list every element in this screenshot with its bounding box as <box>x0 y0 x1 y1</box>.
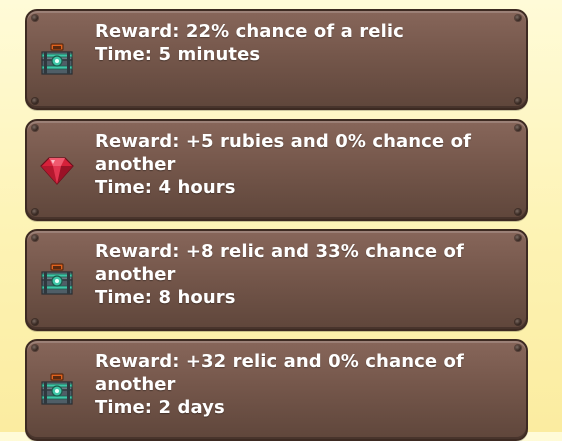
rivet-icon <box>515 125 521 131</box>
reward-label: Reward: +32 relic and 0% chance of anoth… <box>95 351 464 395</box>
reward-card[interactable]: Reward: +32 relic and 0% chance of anoth… <box>25 339 528 441</box>
rivet-icon <box>515 345 521 351</box>
time-label: Time: 4 hours <box>95 177 236 198</box>
time-label: Time: 2 days <box>95 397 225 418</box>
treasure-chest-icon <box>39 42 75 78</box>
rivet-icon <box>32 319 38 325</box>
reward-text: Reward: +32 relic and 0% chance of anoth… <box>95 350 505 419</box>
rivet-icon <box>32 15 38 21</box>
reward-list: Reward: 22% chance of a relic Time: 5 mi… <box>0 0 562 441</box>
rivet-icon <box>515 319 521 325</box>
rivet-icon <box>32 98 38 104</box>
rivet-icon <box>515 15 521 21</box>
reward-text: Reward: 22% chance of a relic Time: 5 mi… <box>95 20 505 66</box>
reward-card[interactable]: Reward: +5 rubies and 0% chance of anoth… <box>25 119 528 221</box>
reward-text: Reward: +8 relic and 33% chance of anoth… <box>95 240 505 309</box>
rivet-icon <box>515 98 521 104</box>
rivet-icon <box>32 235 38 241</box>
rivet-icon <box>32 345 38 351</box>
time-label: Time: 5 minutes <box>95 44 261 65</box>
treasure-chest-icon <box>39 372 75 408</box>
treasure-chest-icon <box>39 262 75 298</box>
reward-label: Reward: +8 relic and 33% chance of anoth… <box>95 241 464 285</box>
time-label: Time: 8 hours <box>95 287 236 308</box>
reward-card[interactable]: Reward: 22% chance of a relic Time: 5 mi… <box>25 9 528 110</box>
rivet-icon <box>515 235 521 241</box>
rivet-icon <box>32 209 38 215</box>
rivet-icon <box>515 209 521 215</box>
reward-label: Reward: +5 rubies and 0% chance of anoth… <box>95 131 472 175</box>
ruby-icon <box>39 152 75 188</box>
reward-label: Reward: 22% chance of a relic <box>95 21 404 42</box>
reward-card[interactable]: Reward: +8 relic and 33% chance of anoth… <box>25 229 528 331</box>
rivet-icon <box>32 125 38 131</box>
reward-text: Reward: +5 rubies and 0% chance of anoth… <box>95 130 505 199</box>
